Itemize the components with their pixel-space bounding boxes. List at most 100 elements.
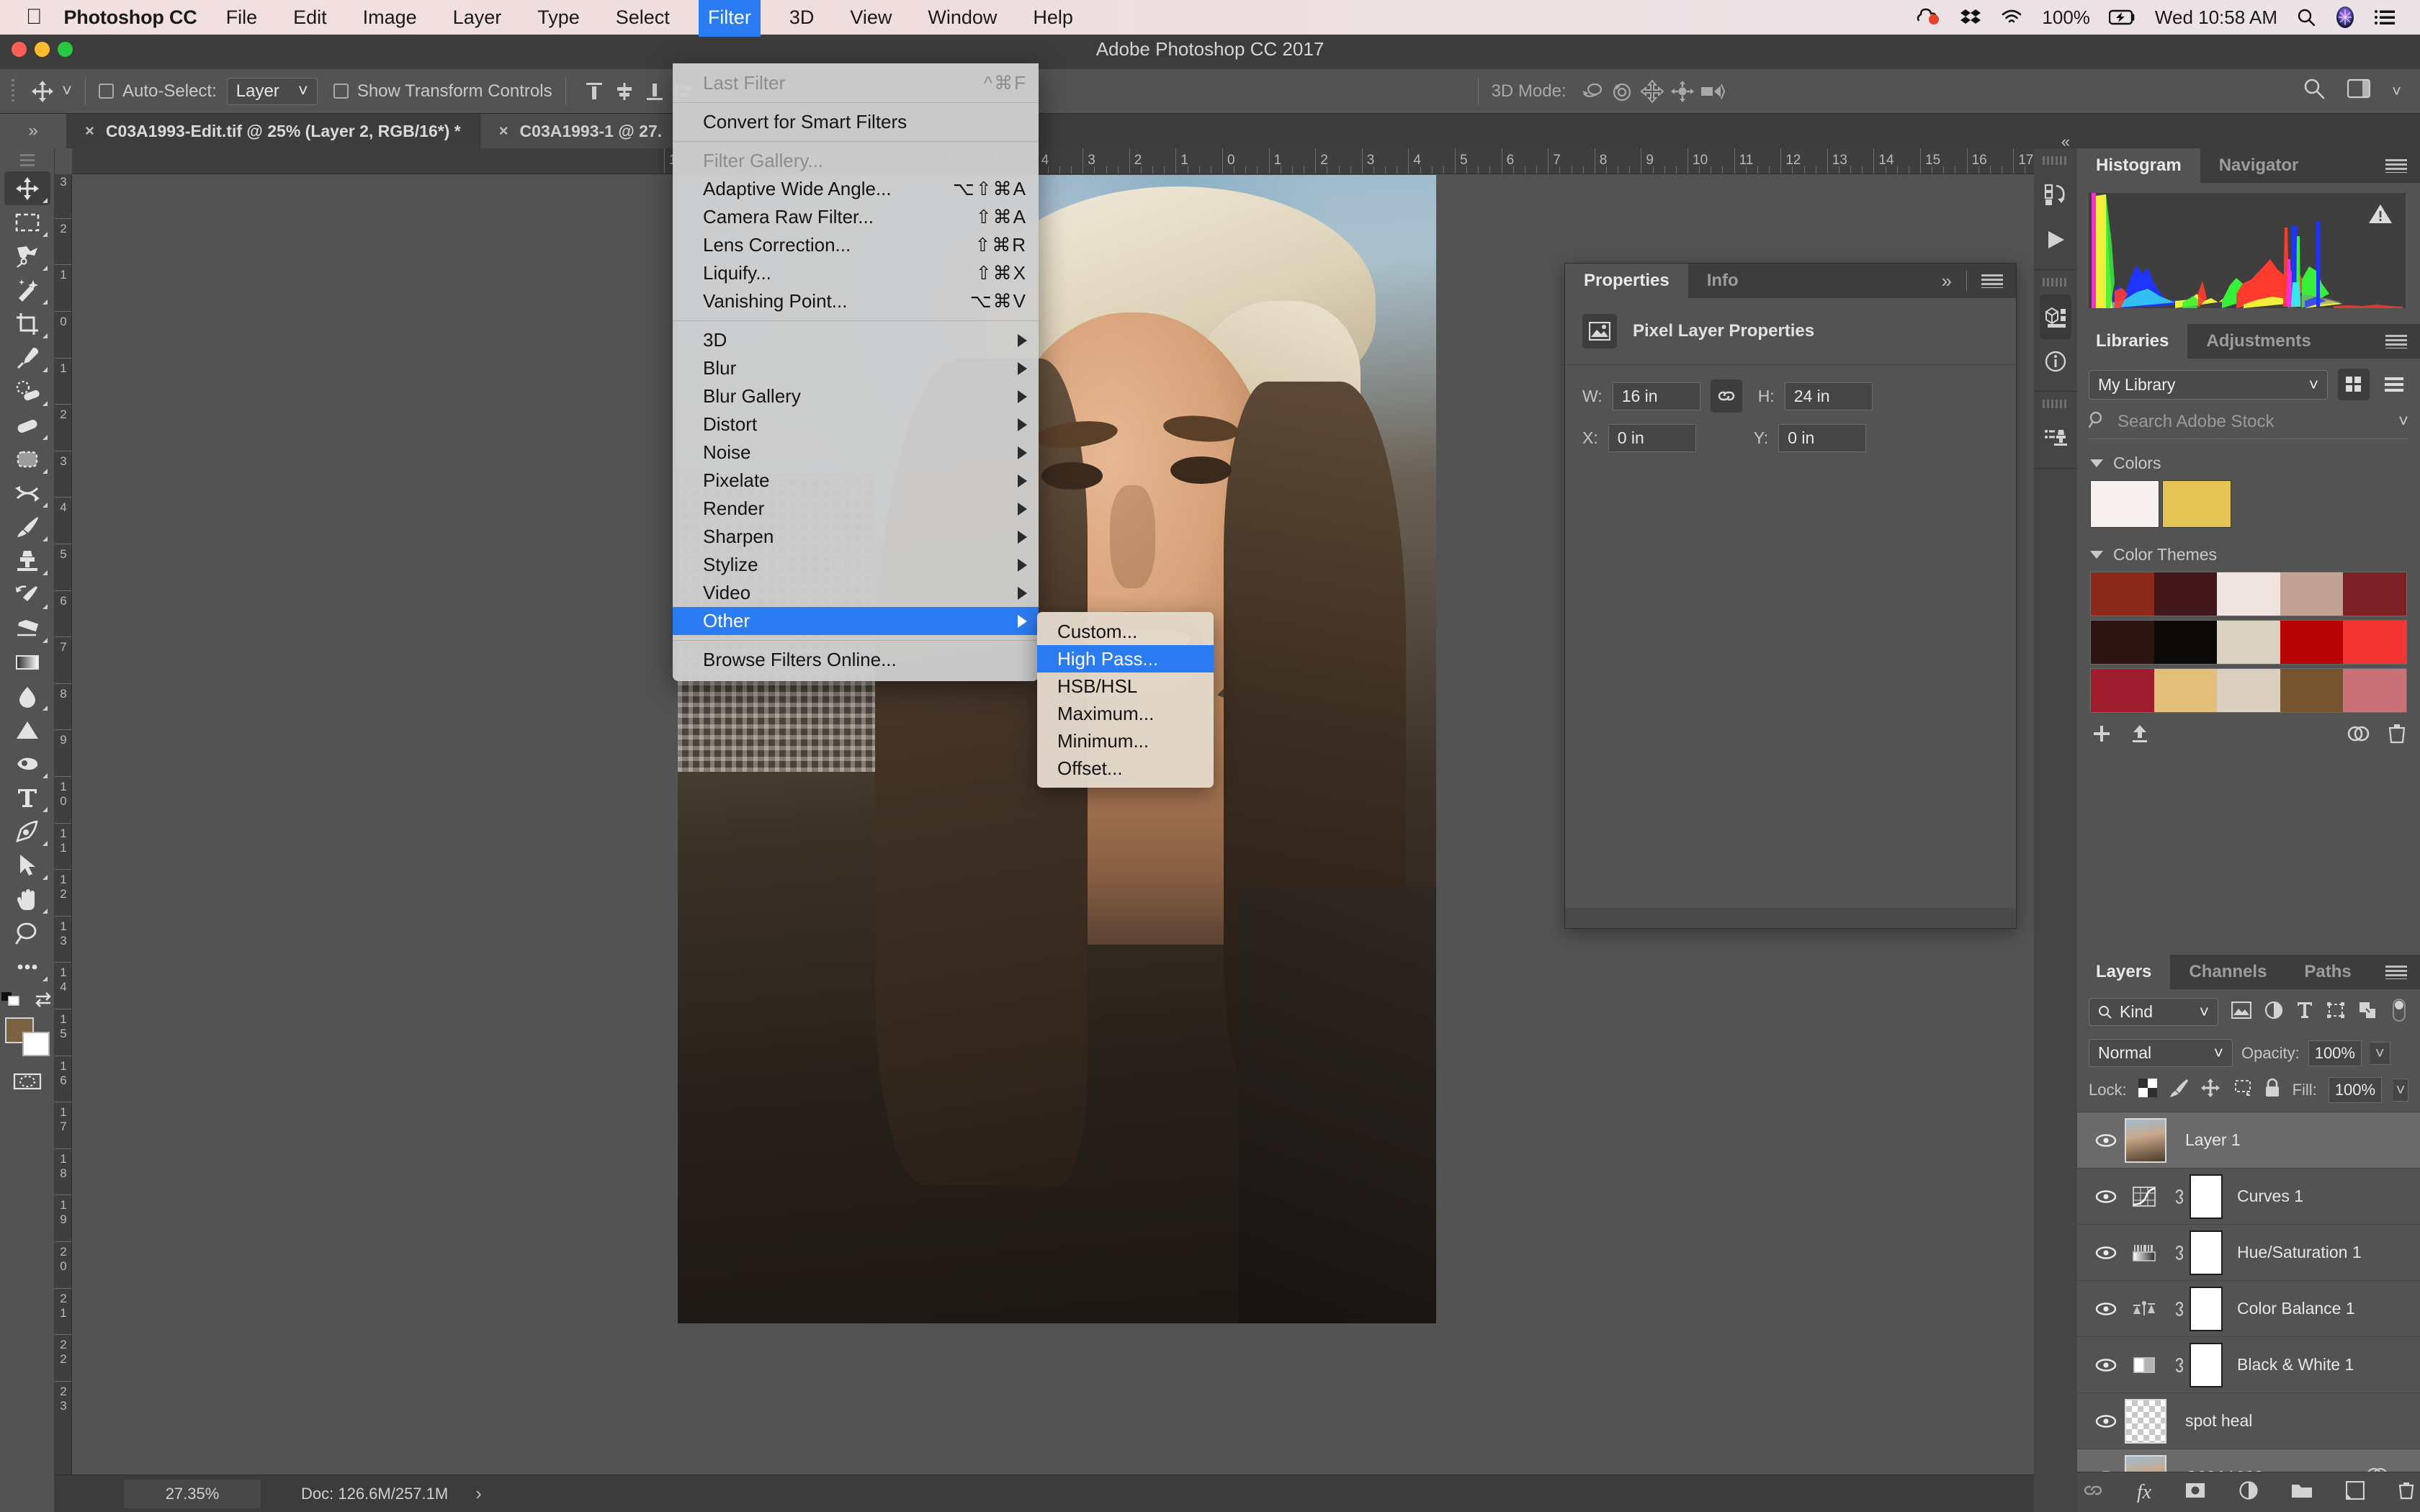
panel-menu-icon[interactable]	[2385, 965, 2407, 979]
close-window-button[interactable]	[12, 42, 27, 57]
rotate-3d-object-icon[interactable]	[1577, 78, 1607, 104]
align-vertical-centers-icon[interactable]	[609, 78, 640, 104]
add-item-icon[interactable]	[2092, 724, 2112, 747]
blur-tool-icon[interactable]	[4, 679, 50, 713]
link-constrain-icon[interactable]	[1710, 379, 1742, 413]
default-colors-icon[interactable]	[1, 991, 22, 1012]
menu-item-lens-correction[interactable]: Lens Correction... ⇧⌘R	[673, 231, 1039, 259]
roll-3d-object-icon[interactable]	[1607, 78, 1637, 104]
tab-adjustments[interactable]: Adjustments	[2187, 324, 2330, 359]
lock-image-pixels-icon[interactable]	[2169, 1078, 2189, 1102]
3d-panel-icon[interactable]	[2040, 294, 2071, 339]
colors-section-header[interactable]: Colors	[2077, 446, 2420, 480]
layer-filter-kind-select[interactable]: Kind ˅	[2089, 998, 2218, 1026]
options-bar-grip[interactable]	[9, 78, 20, 104]
panel-menu-icon[interactable]	[2385, 158, 2407, 173]
info-icon[interactable]	[2034, 339, 2077, 384]
creative-cloud-icon[interactable]	[1917, 8, 1941, 27]
menu-item-video[interactable]: Video	[673, 579, 1039, 607]
layer-style-fx-icon[interactable]: fx	[2137, 1481, 2151, 1504]
tab-properties[interactable]: Properties	[1565, 264, 1688, 298]
menu-item-pixelate[interactable]: Pixelate	[673, 467, 1039, 495]
tab-layers[interactable]: Layers	[2077, 955, 2171, 989]
lock-transparent-pixels-icon[interactable]	[2138, 1079, 2157, 1102]
menu-file[interactable]: File	[219, 2, 265, 33]
tab-libraries[interactable]: Libraries	[2077, 324, 2188, 359]
tab-navigator[interactable]: Navigator	[2200, 148, 2318, 183]
lock-all-icon[interactable]	[2264, 1078, 2281, 1102]
quick-mask-mode-icon[interactable]	[13, 1072, 42, 1094]
clone-stamp-tool-icon[interactable]	[4, 544, 50, 577]
menu-item-3d[interactable]: 3D	[673, 326, 1039, 354]
content-aware-move-tool-icon[interactable]	[4, 476, 50, 510]
move-tool-icon[interactable]	[27, 78, 58, 104]
menu-item-camera-raw-filter[interactable]: Camera Raw Filter... ⇧⌘A	[673, 203, 1039, 231]
table-row[interactable]: Curves 1	[2077, 1169, 2420, 1225]
filter-enable-toggle[interactable]	[2390, 998, 2408, 1026]
menu-layer[interactable]: Layer	[446, 2, 509, 33]
x-input[interactable]: 0 in	[1608, 424, 1696, 452]
menu-item-adaptive-wide-angle[interactable]: Adaptive Wide Angle... ⌥⇧⌘A	[673, 175, 1039, 203]
table-row[interactable]: Black & White 1	[2077, 1337, 2420, 1393]
menu-item-last-filter[interactable]: Last Filter ^⌘F	[673, 69, 1039, 97]
lock-position-icon[interactable]	[2200, 1078, 2220, 1102]
patch-tool-icon[interactable]	[4, 442, 50, 476]
menu-edit[interactable]: Edit	[286, 2, 334, 33]
layer-mask-thumbnail[interactable]	[2190, 1286, 2223, 1331]
chevron-right-icon[interactable]: ›	[475, 1482, 482, 1505]
link-layer-mask-icon[interactable]	[2164, 1242, 2190, 1264]
zoom-tool-icon[interactable]	[4, 916, 50, 950]
menu-item-render[interactable]: Render	[673, 495, 1039, 523]
eyedropper-tool-icon[interactable]	[4, 341, 50, 374]
submenu-item-custom[interactable]: Custom...	[1037, 618, 1214, 645]
minimize-window-button[interactable]	[35, 42, 50, 57]
show-transform-controls-checkbox[interactable]	[333, 84, 349, 99]
new-adjustment-layer-icon[interactable]	[2239, 1481, 2258, 1503]
auto-select-scope-dropdown[interactable]: Layer ˅	[226, 77, 318, 105]
clock[interactable]: Wed 10:58 AM	[2155, 6, 2277, 29]
black-white-adjustment-icon[interactable]	[2125, 1356, 2164, 1374]
color-theme-row-1[interactable]	[2090, 620, 2407, 665]
collapse-dock-icon[interactable]: «	[2061, 132, 2070, 151]
filter-shape-icon[interactable]	[2326, 1002, 2345, 1022]
maximize-window-button[interactable]	[58, 42, 73, 57]
color-themes-section-header[interactable]: Color Themes	[2077, 538, 2420, 572]
history-icon[interactable]	[2034, 173, 2077, 217]
layer-name[interactable]: Layer 1	[2185, 1130, 2241, 1150]
menu-filter[interactable]: Filter	[698, 0, 761, 37]
siri-icon[interactable]	[2335, 6, 2355, 29]
align-bottom-edges-icon[interactable]	[640, 78, 670, 104]
auto-select-checkbox[interactable]	[99, 84, 115, 99]
list-view-icon[interactable]	[2380, 369, 2408, 400]
table-row[interactable]: spot heal	[2077, 1393, 2420, 1449]
color-balance-adjustment-icon[interactable]	[2125, 1300, 2164, 1318]
tab-channels[interactable]: Channels	[2170, 955, 2286, 989]
menu-item-liquify[interactable]: Liquify... ⇧⌘X	[673, 259, 1039, 287]
workspace-switcher-icon[interactable]	[2347, 78, 2371, 104]
collapse-panels-icon[interactable]: »	[0, 114, 66, 148]
rectangular-marquee-tool-icon[interactable]	[4, 205, 50, 239]
background-color-swatch[interactable]	[22, 1032, 50, 1056]
burn-tool-icon[interactable]	[4, 747, 50, 780]
table-row[interactable]: Layer 1	[2077, 1112, 2420, 1169]
filter-adjustment-icon[interactable]	[2264, 1001, 2283, 1023]
slide-3d-object-icon[interactable]	[1667, 78, 1698, 104]
submenu-item-hsb-hsl[interactable]: HSB/HSL	[1037, 672, 1214, 700]
menu-item-blur[interactable]: Blur	[673, 354, 1039, 382]
width-input[interactable]: 16 in	[1612, 382, 1700, 410]
rail-grip[interactable]	[2043, 396, 2069, 412]
hand-tool-icon[interactable]	[4, 882, 50, 916]
panel-menu-icon[interactable]	[1981, 274, 2003, 288]
move-tool-icon[interactable]	[4, 171, 50, 205]
color-theme-row-2[interactable]	[2090, 668, 2407, 713]
layer-name[interactable]: spot heal	[2185, 1411, 2252, 1431]
menu-item-stylize[interactable]: Stylize	[673, 551, 1039, 579]
submenu-item-high-pass[interactable]: High Pass...	[1037, 645, 1214, 672]
menu-image[interactable]: Image	[356, 2, 424, 33]
collapse-icon[interactable]: »	[1942, 270, 1952, 292]
new-group-icon[interactable]	[2291, 1482, 2313, 1503]
tool-preset-chevron-icon[interactable]: ˅	[62, 81, 72, 102]
add-layer-mask-icon[interactable]	[2184, 1482, 2206, 1503]
filter-type-icon[interactable]	[2296, 1001, 2313, 1023]
curves-adjustment-icon[interactable]	[2125, 1186, 2164, 1207]
